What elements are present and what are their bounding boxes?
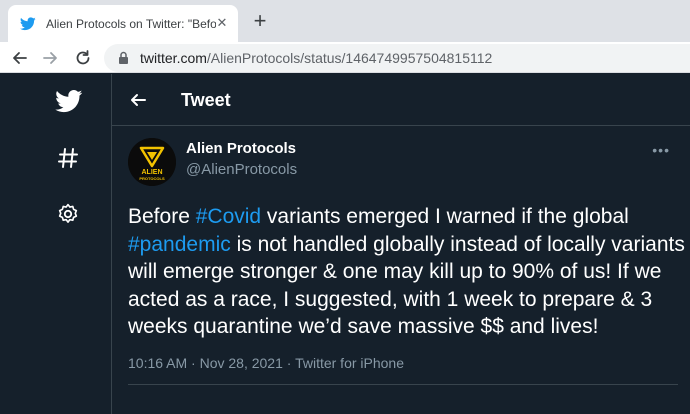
author-name[interactable]: Alien Protocols bbox=[186, 140, 296, 157]
twitter-app: Tweet ALIEN PROTOCOLS Alien Protocols @A… bbox=[0, 74, 690, 414]
browser-tabstrip: Alien Protocols on Twitter: "Before ✕ + bbox=[0, 0, 690, 42]
alien-protocols-logo: ALIEN PROTOCOLS bbox=[128, 138, 176, 186]
new-tab-button[interactable]: + bbox=[250, 10, 270, 32]
url-path: /AlienProtocols/status/14647499575048151… bbox=[206, 50, 493, 66]
browser-toolbar: twitter.com/AlienProtocols/status/146474… bbox=[0, 42, 690, 73]
tweet-text-part: Before bbox=[128, 205, 196, 228]
url-text: twitter.com/AlienProtocols/status/146474… bbox=[140, 50, 492, 66]
page-title: Tweet bbox=[181, 90, 231, 110]
tweet: ALIEN PROTOCOLS Alien Protocols @AlienPr… bbox=[112, 126, 690, 414]
hashtag-link-covid[interactable]: #Covid bbox=[196, 205, 261, 228]
reload-icon bbox=[76, 50, 90, 65]
tweet-text-part: variants emerged I warned if the global bbox=[261, 205, 629, 228]
tweet-column: Tweet ALIEN PROTOCOLS Alien Protocols @A… bbox=[111, 74, 690, 414]
tweet-text: Before #Covid variants emerged I warned … bbox=[128, 203, 688, 341]
svg-text:ALIEN: ALIEN bbox=[142, 169, 163, 176]
back-arrow-icon[interactable] bbox=[128, 90, 148, 110]
reload-button[interactable] bbox=[72, 47, 94, 69]
hashtag-link-pandemic[interactable]: #pandemic bbox=[128, 233, 231, 256]
tweet-header: Tweet bbox=[112, 74, 690, 126]
back-button[interactable] bbox=[8, 47, 30, 69]
hashtag-icon[interactable] bbox=[56, 146, 80, 170]
url-host: twitter.com bbox=[140, 50, 207, 66]
lock-icon[interactable] bbox=[116, 51, 130, 65]
forward-icon bbox=[43, 52, 57, 64]
forward-button[interactable] bbox=[40, 47, 62, 69]
back-icon bbox=[13, 52, 27, 64]
more-icon[interactable]: ••• bbox=[652, 142, 670, 158]
tab-title: Alien Protocols on Twitter: "Before bbox=[46, 16, 216, 31]
browser-tab[interactable]: Alien Protocols on Twitter: "Before ✕ bbox=[8, 5, 238, 42]
twitter-favicon-icon bbox=[20, 16, 36, 32]
tab-close-icon[interactable]: ✕ bbox=[214, 15, 230, 31]
svg-text:PROTOCOLS: PROTOCOLS bbox=[139, 176, 165, 181]
author-handle[interactable]: @AlienProtocols bbox=[186, 161, 297, 178]
twitter-bird-icon[interactable] bbox=[54, 88, 84, 114]
divider bbox=[128, 384, 678, 385]
avatar[interactable]: ALIEN PROTOCOLS bbox=[128, 138, 176, 186]
tweet-timestamp[interactable]: 10:16 AM · Nov 28, 2021 · Twitter for iP… bbox=[128, 355, 404, 371]
address-bar[interactable]: twitter.com/AlienProtocols/status/146474… bbox=[104, 44, 690, 72]
gear-icon[interactable] bbox=[56, 202, 80, 226]
